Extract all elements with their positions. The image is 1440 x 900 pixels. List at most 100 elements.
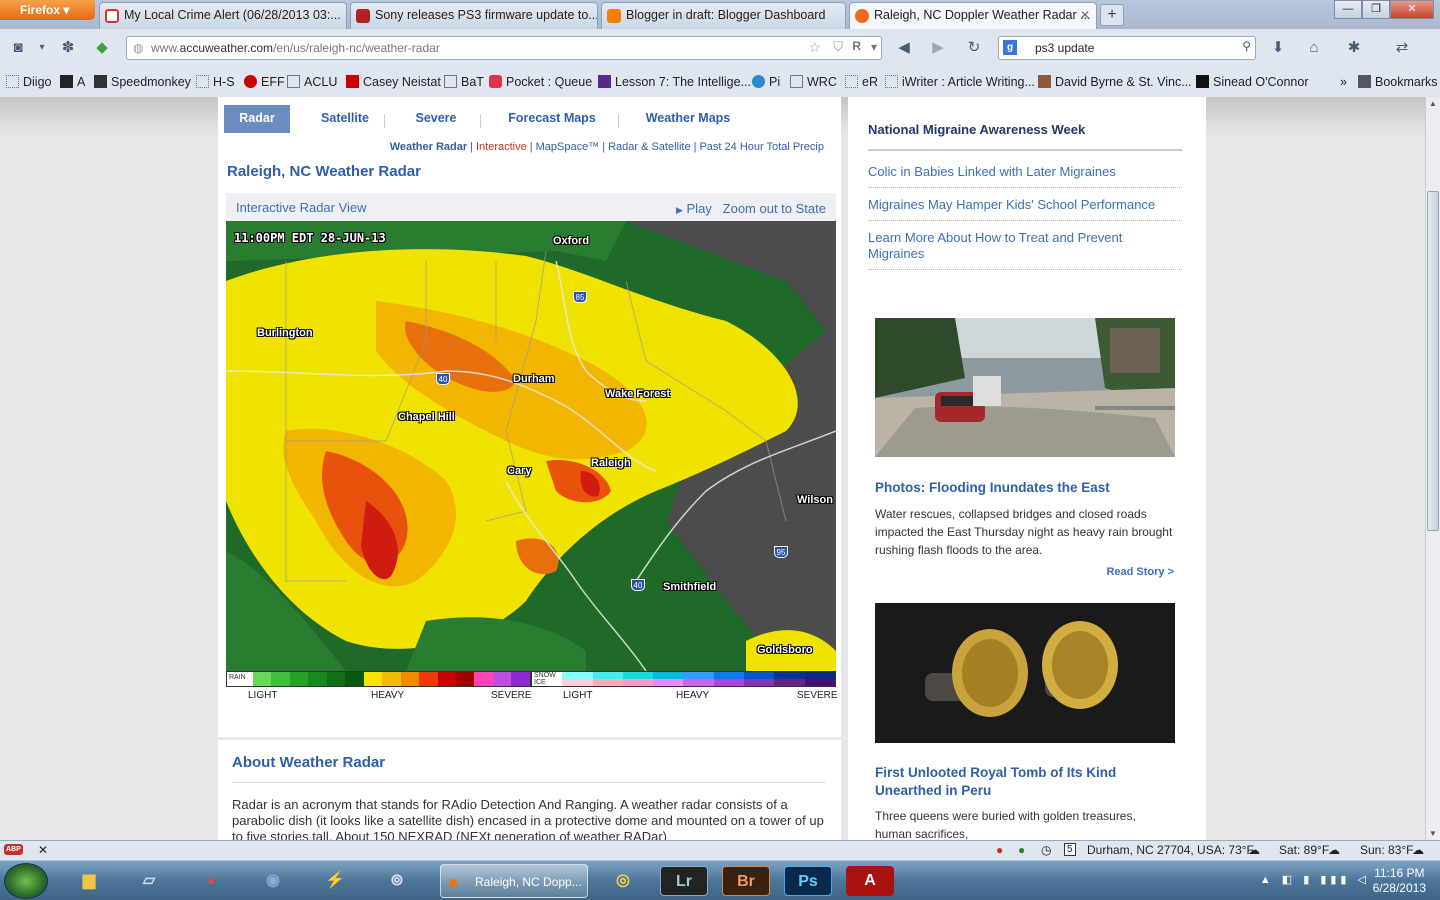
picasa-icon[interactable]: ◕ (184, 864, 238, 898)
globe-icon[interactable]: ● (1018, 843, 1025, 857)
back-icon[interactable]: ◀ (894, 38, 914, 58)
url-bar[interactable]: www.accuweather.com/en/us/raleigh-nc/wea… (126, 36, 882, 60)
system-tray[interactable]: ▲ ◧ ▮ ▮▮▮ ◁ (1260, 873, 1370, 886)
diigo-icon[interactable]: ◆ (92, 38, 112, 58)
dropdown-icon[interactable]: ▾ (871, 40, 877, 54)
tab-crime-alert[interactable]: My Local Crime Alert (06/28/2013 03:... (99, 2, 347, 29)
sidebar-link[interactable]: Migraines May Hamper Kids' School Perfor… (868, 197, 1182, 221)
alert-icon[interactable]: ● (996, 843, 1003, 857)
clock-icon[interactable]: ◷ (1041, 843, 1051, 857)
bookmark-item[interactable]: A (60, 75, 85, 89)
ice-swatch (653, 679, 684, 686)
star-icon[interactable]: ☆ (808, 39, 821, 56)
download-icon[interactable]: ⬇ (1268, 38, 1288, 58)
bookmark-item[interactable]: Sinead O'Connor (1196, 75, 1309, 89)
tab-sony-ps3[interactable]: Sony releases PS3 firmware update to... (350, 2, 598, 29)
chevron-down-icon[interactable]: ▾ (32, 38, 52, 58)
bookmark-item[interactable]: ACLU (287, 75, 337, 89)
bookmark-item[interactable]: eR (845, 75, 878, 89)
scrollbar-thumb[interactable] (1427, 191, 1439, 531)
weather-now[interactable]: Durham, NC 27704, USA: 73°F (1087, 843, 1254, 857)
close-window-button[interactable]: ✕ (1390, 0, 1434, 19)
weather-saturday[interactable]: Sat: 89°F (1279, 843, 1329, 857)
readability-icon[interactable]: R (852, 39, 861, 53)
bookmark-item[interactable]: iWriter : Article Writing... (885, 75, 1035, 89)
start-button[interactable] (4, 863, 48, 899)
close-tab-icon[interactable]: ✕ (1080, 8, 1090, 22)
play-button[interactable]: Play (687, 201, 712, 216)
search-icon[interactable]: ⚲ (1242, 39, 1251, 53)
new-tab-button[interactable]: + (1100, 4, 1124, 26)
addons-icon[interactable]: ✱ (1344, 38, 1364, 58)
sidebar-link[interactable]: Colic in Babies Linked with Later Migrai… (868, 164, 1182, 188)
bookmark-item[interactable]: H-S (196, 75, 235, 89)
bookmarks-overflow[interactable]: » (1340, 75, 1347, 89)
peru-artifact-photo[interactable] (875, 603, 1175, 743)
bookmark-item[interactable]: David Byrne & St. Vinc... (1038, 75, 1192, 89)
link-past-24-hour[interactable]: Past 24 Hour Total Precip (696, 141, 827, 153)
extension-icon[interactable]: ✽ (58, 38, 78, 58)
tab-satellite[interactable]: Satellite (312, 105, 378, 133)
bookmark-item[interactable]: Pi (752, 75, 780, 89)
bookmark-item[interactable]: Pocket : Queue (489, 75, 592, 89)
lightroom-icon[interactable]: Lr (660, 866, 708, 896)
weather-sunday[interactable]: Sun: 83°F (1360, 843, 1414, 857)
scroll-down-icon[interactable]: ▼ (1429, 829, 1437, 838)
shield-icon[interactable]: ⛉ (833, 39, 843, 55)
bookmark-item[interactable]: Lesson 7: The Intellige... (598, 75, 751, 89)
bookmark-item[interactable]: Diigo (6, 75, 52, 89)
search-bar[interactable]: g ps3 update ⚲ (998, 36, 1256, 60)
bookmark-item[interactable]: WRC (790, 75, 837, 89)
globe-icon: ◍ (133, 41, 144, 55)
tab-weather-radar[interactable]: Raleigh, NC Doppler Weather Radar ... ✕ (849, 2, 1097, 29)
bookmark-item[interactable]: EFF (244, 75, 285, 89)
minimize-button[interactable]: — (1334, 0, 1362, 19)
sync-icon[interactable]: ⇄ (1392, 38, 1412, 58)
scroll-up-icon[interactable]: ▲ (1429, 99, 1437, 108)
snow-swatch (713, 672, 745, 679)
access-icon[interactable]: A (846, 866, 894, 896)
chrome-icon[interactable]: ◎ (596, 864, 650, 898)
story-title[interactable]: First Unlooted Royal Tomb of Its Kind Un… (875, 764, 1175, 800)
sidebar-link[interactable]: Learn More About How to Treat and Preven… (868, 230, 1182, 270)
bridge-icon[interactable]: Br (722, 866, 770, 896)
close-icon[interactable]: ✕ (38, 843, 48, 857)
bookmark-item[interactable]: BaT (444, 75, 484, 89)
media-player-icon[interactable]: ◉ (246, 864, 300, 898)
keepass-icon[interactable]: ⊚ (370, 864, 424, 898)
tab-blogger[interactable]: Blogger in draft: Blogger Dashboard (601, 2, 846, 29)
play-icon[interactable]: ▶ (676, 205, 683, 215)
home-icon[interactable]: ⌂ (1304, 38, 1324, 58)
photoshop-icon[interactable]: Ps (784, 866, 832, 896)
reload-icon[interactable]: ↻ (964, 38, 984, 58)
zoom-out-link[interactable]: Zoom out to State (723, 201, 826, 216)
tab-severe[interactable]: Severe (400, 105, 472, 133)
calendar-icon[interactable]: 5 (1064, 843, 1076, 856)
google-icon[interactable]: g (1003, 40, 1017, 55)
story-title[interactable]: Photos: Flooding Inundates the East (875, 479, 1175, 497)
explorer-icon[interactable]: ▆ (62, 864, 116, 898)
tab-weather-maps[interactable]: Weather Maps (632, 105, 744, 133)
read-story-link[interactable]: Read Story > (1106, 566, 1174, 578)
pocket-icon[interactable]: ◙ (8, 38, 28, 58)
link-radar-satellite[interactable]: Radar & Satellite (605, 141, 694, 153)
bookmark-item[interactable]: Speedmonkey (94, 75, 191, 89)
tab-forecast-maps[interactable]: Forecast Maps (494, 105, 610, 133)
tab-radar[interactable]: Radar (224, 105, 290, 133)
link-interactive[interactable]: Interactive (473, 141, 530, 153)
firefox-menu-button[interactable]: Firefox ▾ (0, 0, 95, 20)
adblock-icon[interactable]: ABP (4, 844, 23, 855)
bookmarks-menu[interactable]: Bookmarks (1358, 75, 1438, 89)
forward-icon[interactable]: ▶ (928, 38, 948, 58)
link-mapspace[interactable]: MapSpace™ (533, 141, 603, 153)
link-weather-radar[interactable]: Weather Radar (387, 141, 470, 153)
radar-map[interactable]: 11:00PM EDT 28-JUN-13 Oxford Burlington … (226, 221, 836, 671)
clock[interactable]: 11:16 PM 6/28/2013 (1373, 866, 1426, 896)
notepad-icon[interactable]: ▱ (122, 864, 176, 898)
page-scrollbar[interactable]: ▲ ▼ (1425, 97, 1440, 840)
winamp-icon[interactable]: ⚡ (308, 864, 362, 898)
bookmark-item[interactable]: Casey Neistat (346, 75, 441, 89)
flood-photo[interactable] (875, 318, 1175, 457)
firefox-taskbar-button[interactable]: ● Raleigh, NC Dopp... (440, 864, 588, 898)
maximize-button[interactable]: ❐ (1362, 0, 1390, 19)
